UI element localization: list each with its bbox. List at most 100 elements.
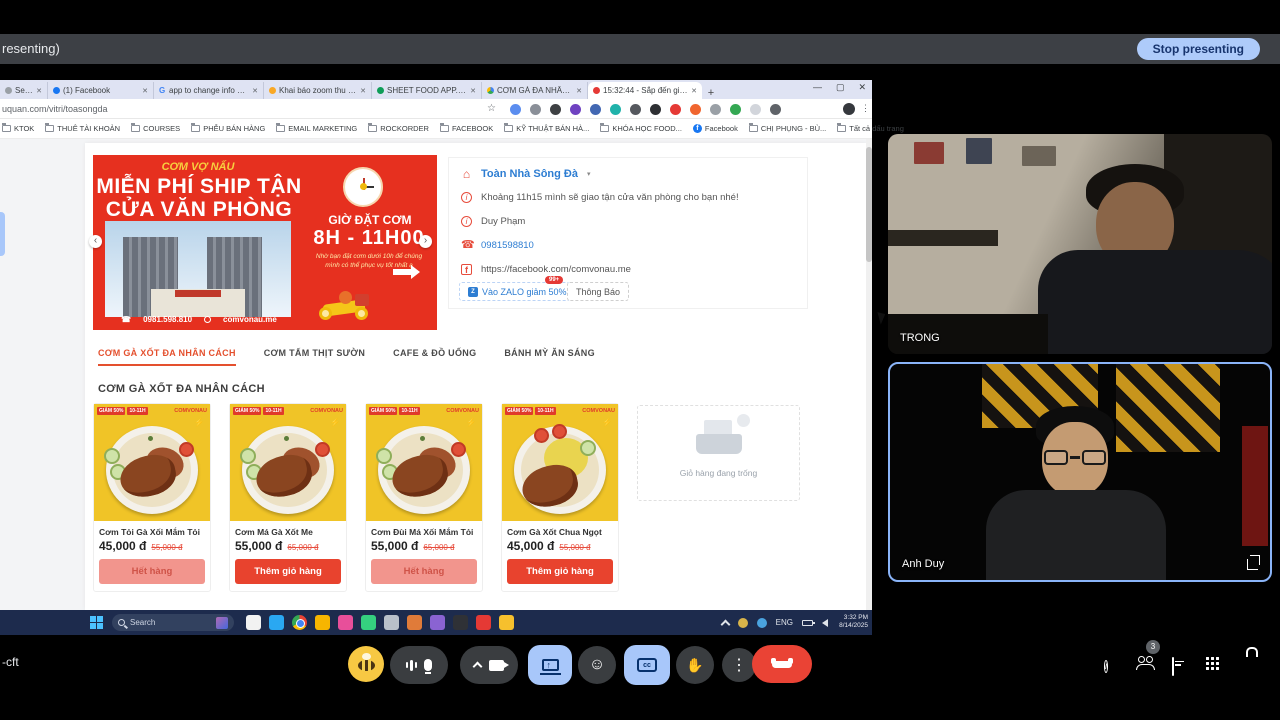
extension-icon[interactable] [510, 104, 521, 115]
product-card[interactable]: GIẢM 50%10-11HCOMVONAU⚡Cơm Má Gà Xốt Me5… [229, 403, 347, 592]
extension-icon[interactable] [590, 104, 601, 115]
add-to-cart-button[interactable]: Thêm giỏ hàng [507, 559, 613, 584]
taskbar-app-icon[interactable] [338, 615, 353, 630]
chevron-down-icon[interactable]: ▾ [587, 170, 591, 178]
extension-icon[interactable] [550, 104, 561, 115]
extension-icon[interactable] [730, 104, 741, 115]
product-card[interactable]: GIẢM 50%10-11HCOMVONAU⚡Cơm Tỏi Gà Xối Mắ… [93, 403, 211, 592]
bookmark-item[interactable]: KTOK [2, 124, 34, 133]
bookmark-star-icon[interactable]: ☆ [487, 103, 496, 114]
more-options-button[interactable]: ⋮ [722, 648, 756, 682]
profile-avatar[interactable] [843, 103, 855, 115]
page-scrollbar[interactable] [866, 139, 872, 610]
tab-close-icon[interactable]: ✕ [470, 87, 476, 95]
taskbar-app-icon[interactable] [476, 615, 491, 630]
taskbar-search[interactable]: Search [112, 614, 234, 631]
start-button[interactable] [90, 616, 103, 629]
raise-hand-button[interactable]: ✋ [676, 646, 714, 684]
chrome-icon[interactable] [292, 615, 307, 630]
reactions-button[interactable]: ☺ [578, 646, 616, 684]
extension-icon[interactable] [750, 104, 761, 115]
store-name-link[interactable]: Toàn Nhà Sông Đà [481, 168, 578, 180]
camera-button[interactable] [460, 646, 518, 684]
new-tab-button[interactable]: + [702, 87, 720, 99]
tray-expand-icon[interactable] [720, 620, 730, 630]
tab-close-icon[interactable]: ✕ [36, 87, 42, 95]
product-card[interactable]: GIẢM 50%10-11HCOMVONAU⚡Cơm Đùi Má Xối Mắ… [365, 403, 483, 592]
tab-close-icon[interactable]: ✕ [142, 87, 148, 95]
bookmark-item[interactable]: KỸ THUẬT BÁN HÀ... [504, 124, 589, 133]
category-tab[interactable]: BÁNH MỲ ĂN SÁNG [504, 348, 595, 366]
extension-icon[interactable] [770, 104, 781, 115]
battery-icon[interactable] [802, 620, 813, 626]
taskbar-clock[interactable]: 3:32 PM 8/14/2025 [839, 614, 868, 630]
category-tab[interactable]: CƠM TẤM THỊT SƯỜN [264, 348, 365, 366]
microphone-button[interactable] [390, 646, 448, 684]
sold-out-button[interactable]: Hết hàng [99, 559, 205, 584]
taskbar-app-icon[interactable] [499, 615, 514, 630]
carousel-next-button[interactable]: › [419, 235, 432, 248]
self-avatar-bee[interactable] [348, 646, 384, 682]
category-tab[interactable]: CAFE & ĐỒ UỐNG [393, 348, 476, 366]
taskbar-app-icon[interactable] [407, 615, 422, 630]
taskbar-app-icon[interactable] [361, 615, 376, 630]
bookmark-item[interactable]: THUÊ TÀI KHOẢN [45, 124, 120, 133]
tab-close-icon[interactable]: ✕ [360, 87, 366, 95]
end-call-button[interactable] [752, 645, 812, 683]
extension-icon[interactable] [610, 104, 621, 115]
bookmark-item[interactable]: COURSES [131, 124, 180, 133]
activities-button[interactable] [1206, 657, 1219, 670]
meeting-details-button[interactable]: i [1104, 656, 1108, 674]
bookmark-item[interactable]: ROCKORDER [368, 124, 429, 133]
extension-icon[interactable] [650, 104, 661, 115]
all-bookmarks-button[interactable]: Tất cả dấu trang [837, 124, 914, 133]
extension-icon[interactable] [710, 104, 721, 115]
zalo-button[interactable]: Z Vào ZALO giảm 50% 99+ [459, 282, 576, 301]
tab-close-icon[interactable]: ✕ [252, 87, 258, 95]
extension-icon[interactable] [670, 104, 681, 115]
browser-tab[interactable]: (1) Facebook✕ [48, 82, 154, 99]
maximize-icon[interactable]: ▢ [836, 82, 845, 93]
taskbar-app-icon[interactable] [453, 615, 468, 630]
category-tab[interactable]: CƠM GÀ XỐT ĐA NHÂN CÁCH [98, 348, 236, 366]
bookmark-item[interactable]: EMAIL MARKETING [276, 124, 357, 133]
promo-banner[interactable]: CƠM VỢ NẤU MIỄN PHÍ SHIP TẬNCỬA VĂN PHÒN… [93, 155, 437, 330]
bookmark-item[interactable]: KHÓA HỌC FOOD... [600, 124, 682, 133]
bookmark-item[interactable]: fFacebook [693, 124, 738, 133]
carousel-prev-button[interactable]: ‹ [89, 235, 102, 248]
taskbar-app-icon[interactable] [315, 615, 330, 630]
bookmark-item[interactable]: CHỊ PHỤNG - BÙ... [749, 124, 826, 133]
tray-icon[interactable] [757, 618, 767, 628]
extension-icon[interactable] [690, 104, 701, 115]
tab-close-icon[interactable]: ✕ [691, 87, 697, 95]
notify-button[interactable]: Thông Báo [567, 282, 629, 301]
sold-out-button[interactable]: Hết hàng [371, 559, 477, 584]
present-button-active[interactable] [528, 645, 572, 685]
stop-presenting-button[interactable]: Stop presenting [1137, 38, 1260, 60]
extension-icon[interactable] [570, 104, 581, 115]
add-to-cart-button[interactable]: Thêm giỏ hàng [235, 559, 341, 584]
browser-tab[interactable]: SHEET FOOD APP.xlsx - Goo...✕ [372, 82, 482, 99]
product-card[interactable]: GIẢM 50%10-11HCOMVONAU⚡Cơm Gà Xốt Chua N… [501, 403, 619, 592]
browser-tab[interactable]: Gapp to change info android ...✕ [154, 82, 264, 99]
captions-button-active[interactable]: cc [624, 645, 670, 685]
url-text[interactable]: uquan.com/vitri/toasongda [2, 104, 108, 114]
participant-tile-trong[interactable]: TRONG [888, 134, 1272, 354]
bookmark-item[interactable]: PHỄU BÁN HÀNG [191, 124, 265, 133]
close-icon[interactable]: ✕ [858, 82, 866, 93]
bookmark-item[interactable]: FACEBOOK [440, 124, 493, 133]
minimize-icon[interactable]: — [813, 82, 822, 93]
participant-tile-anh-duy[interactable]: Anh Duy [888, 362, 1272, 582]
facebook-link[interactable]: https://facebook.com/comvonau.me [481, 264, 631, 275]
phone-link[interactable]: 0981598810 [481, 240, 534, 251]
taskbar-app-icon[interactable] [384, 615, 399, 630]
browser-menu-icon[interactable]: ⋮ [861, 103, 870, 114]
tab-close-icon[interactable]: ✕ [576, 87, 582, 95]
extension-icon[interactable] [630, 104, 641, 115]
browser-tab[interactable]: CƠM GÀ ĐA NHÂN CÁCH - ...✕ [482, 82, 588, 99]
tray-icon[interactable] [738, 618, 748, 628]
taskbar-app-icon[interactable] [269, 615, 284, 630]
chat-button[interactable] [1172, 658, 1174, 676]
extension-icon[interactable] [530, 104, 541, 115]
browser-tab[interactable]: Khai báo zoom thu thuật đế...✕ [264, 82, 372, 99]
